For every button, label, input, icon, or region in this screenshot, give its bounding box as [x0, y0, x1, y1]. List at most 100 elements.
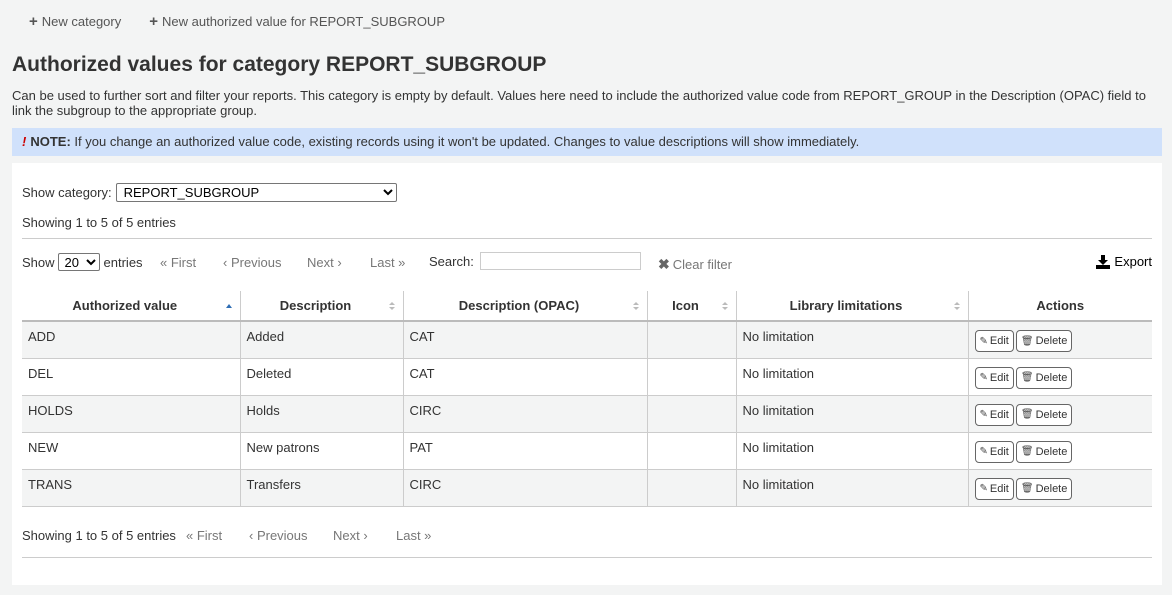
delete-button[interactable]: 🗑 Delete: [1015, 330, 1073, 352]
table-controls: Show 20 entries « First ‹ Previous Next …: [22, 252, 1152, 274]
table-row: HOLDS Holds CIRC No limitation ✎ Edit 🗑 Delete: [22, 395, 1152, 433]
note-label: NOTE:: [30, 134, 71, 149]
edit-button[interactable]: ✎ Edit: [974, 477, 1014, 500]
column-description[interactable]: Description: [239, 291, 403, 322]
divider: [22, 238, 1152, 239]
category-select[interactable]: REPORT_SUBGROUP: [115, 183, 397, 202]
cell-library-limitations: No limitation: [735, 469, 968, 507]
column-description-opac[interactable]: Description (OPAC): [402, 291, 647, 322]
cell-icon: [646, 395, 736, 433]
cell-icon: [646, 469, 736, 507]
search-input[interactable]: [479, 252, 641, 270]
page-length: Show 20 entries: [22, 253, 143, 271]
cell-description: Transfers: [239, 469, 403, 507]
sort-both-icon: [388, 302, 395, 310]
first-page-link[interactable]: « First: [160, 255, 196, 270]
category-description: Can be used to further sort and filter y…: [12, 88, 1146, 118]
cell-library-limitations: No limitation: [735, 432, 968, 470]
cell-library-limitations: No limitation: [735, 358, 968, 396]
page-title: Authorized values for category REPORT_SU…: [12, 53, 547, 76]
cell-description-opac: CAT: [402, 358, 647, 396]
edit-button[interactable]: ✎ Edit: [974, 440, 1014, 463]
exclamation-icon: !: [22, 134, 27, 149]
cell-description: Holds: [239, 395, 403, 433]
previous-page-link[interactable]: ‹ Previous: [223, 255, 282, 270]
cell-authorized-value: TRANS: [22, 469, 240, 507]
delete-button[interactable]: 🗑 Delete: [1015, 440, 1073, 463]
column-icon[interactable]: Icon: [646, 291, 736, 322]
edit-button[interactable]: ✎ Edit: [974, 330, 1014, 352]
table-info-bottom: Showing 1 to 5 of 5 entries: [22, 528, 176, 543]
note-banner: ! NOTE: If you change an authorized value…: [12, 128, 1162, 156]
cell-icon: [646, 358, 736, 396]
cell-actions: ✎ Edit 🗑 Delete: [967, 469, 1152, 507]
cell-description-opac: CAT: [402, 321, 647, 359]
sort-both-icon: [721, 302, 728, 310]
search-label: Search:: [429, 253, 474, 269]
pencil-icon: ✎: [979, 483, 988, 494]
table-row: NEW New patrons PAT No limitation ✎ Edit 🗑 Dele…: [22, 432, 1152, 470]
cell-actions: ✎ Edit 🗑 Delete: [967, 321, 1152, 359]
page-length-select[interactable]: 20: [57, 253, 100, 271]
new-authorized-value-button[interactable]: + New authorized value for REPORT_SUBGRO…: [149, 14, 445, 29]
column-authorized-value[interactable]: Authorized value: [22, 291, 240, 322]
pencil-icon: ✎: [979, 335, 988, 347]
previous-page-link[interactable]: ‹ Previous: [249, 528, 308, 543]
last-page-link[interactable]: Last »: [370, 255, 405, 270]
cell-icon: [646, 321, 736, 359]
close-icon: ✖: [658, 256, 670, 272]
sort-both-icon: [953, 302, 960, 310]
export-button[interactable]: Export: [1096, 254, 1152, 269]
edit-button[interactable]: ✎ Edit: [974, 403, 1014, 426]
cell-description: Added: [239, 321, 403, 359]
trash-icon: 🗑: [1020, 409, 1034, 420]
pencil-icon: ✎: [979, 409, 988, 420]
download-icon: [1096, 254, 1111, 269]
cell-library-limitations: No limitation: [735, 395, 968, 433]
trash-icon: 🗑: [1020, 372, 1034, 383]
plus-icon: +: [29, 13, 38, 30]
edit-button[interactable]: ✎ Edit: [974, 366, 1014, 389]
cell-actions: ✎ Edit 🗑 Delete: [967, 432, 1152, 470]
cell-description-opac: CIRC: [402, 395, 647, 433]
cell-icon: [646, 432, 736, 470]
table-row: DEL Deleted CAT No limitation ✎ Edit 🗑 Delete: [22, 358, 1152, 396]
divider: [22, 557, 1152, 558]
plus-icon: +: [149, 13, 159, 30]
table-header: Authorized value Description Description…: [22, 291, 1152, 322]
cell-description-opac: PAT: [402, 432, 647, 470]
cell-description-opac: CIRC: [402, 469, 647, 507]
delete-button[interactable]: 🗑 Delete: [1015, 403, 1073, 426]
next-page-link[interactable]: Next ›: [307, 255, 342, 270]
trash-icon: 🗑: [1020, 483, 1034, 494]
show-category: Show category: REPORT_SUBGROUP: [22, 183, 397, 202]
delete-button[interactable]: 🗑 Delete: [1015, 477, 1073, 500]
column-actions: Actions: [967, 291, 1152, 322]
authorized-values-table: Authorized value Description Description…: [22, 291, 1152, 507]
first-page-link[interactable]: « First: [186, 528, 222, 543]
cell-authorized-value: ADD: [22, 321, 240, 359]
delete-button[interactable]: 🗑 Delete: [1015, 366, 1073, 389]
cell-authorized-value: NEW: [22, 432, 240, 470]
last-page-link[interactable]: Last »: [396, 528, 431, 543]
table-row: ADD Added CAT No limitation ✎ Edit 🗑 Delete: [22, 321, 1152, 359]
new-category-button[interactable]: + New category: [29, 14, 121, 29]
cell-actions: ✎ Edit 🗑 Delete: [967, 395, 1152, 433]
pencil-icon: ✎: [979, 446, 988, 457]
next-page-link[interactable]: Next ›: [333, 528, 368, 543]
show-category-label: Show category:: [22, 185, 112, 200]
trash-icon: 🗑: [1020, 335, 1034, 347]
cell-authorized-value: HOLDS: [22, 395, 240, 433]
pencil-icon: ✎: [979, 372, 988, 383]
note-text: If you change an authorized value code, …: [70, 134, 860, 149]
search: Search:: [429, 252, 641, 270]
toolbar: + New category + New authorized value fo…: [29, 14, 473, 29]
clear-filter-button[interactable]: ✖ Clear filter: [658, 256, 732, 273]
cell-description: Deleted: [239, 358, 403, 396]
sort-both-icon: [632, 302, 639, 310]
table-row: TRANS Transfers CIRC No limitation ✎ Edit 🗑 Del…: [22, 469, 1152, 507]
column-library-limitations[interactable]: Library limitations: [735, 291, 968, 322]
cell-description: New patrons: [239, 432, 403, 470]
table-info-top: Showing 1 to 5 of 5 entries: [22, 215, 176, 230]
trash-icon: 🗑: [1020, 446, 1034, 457]
